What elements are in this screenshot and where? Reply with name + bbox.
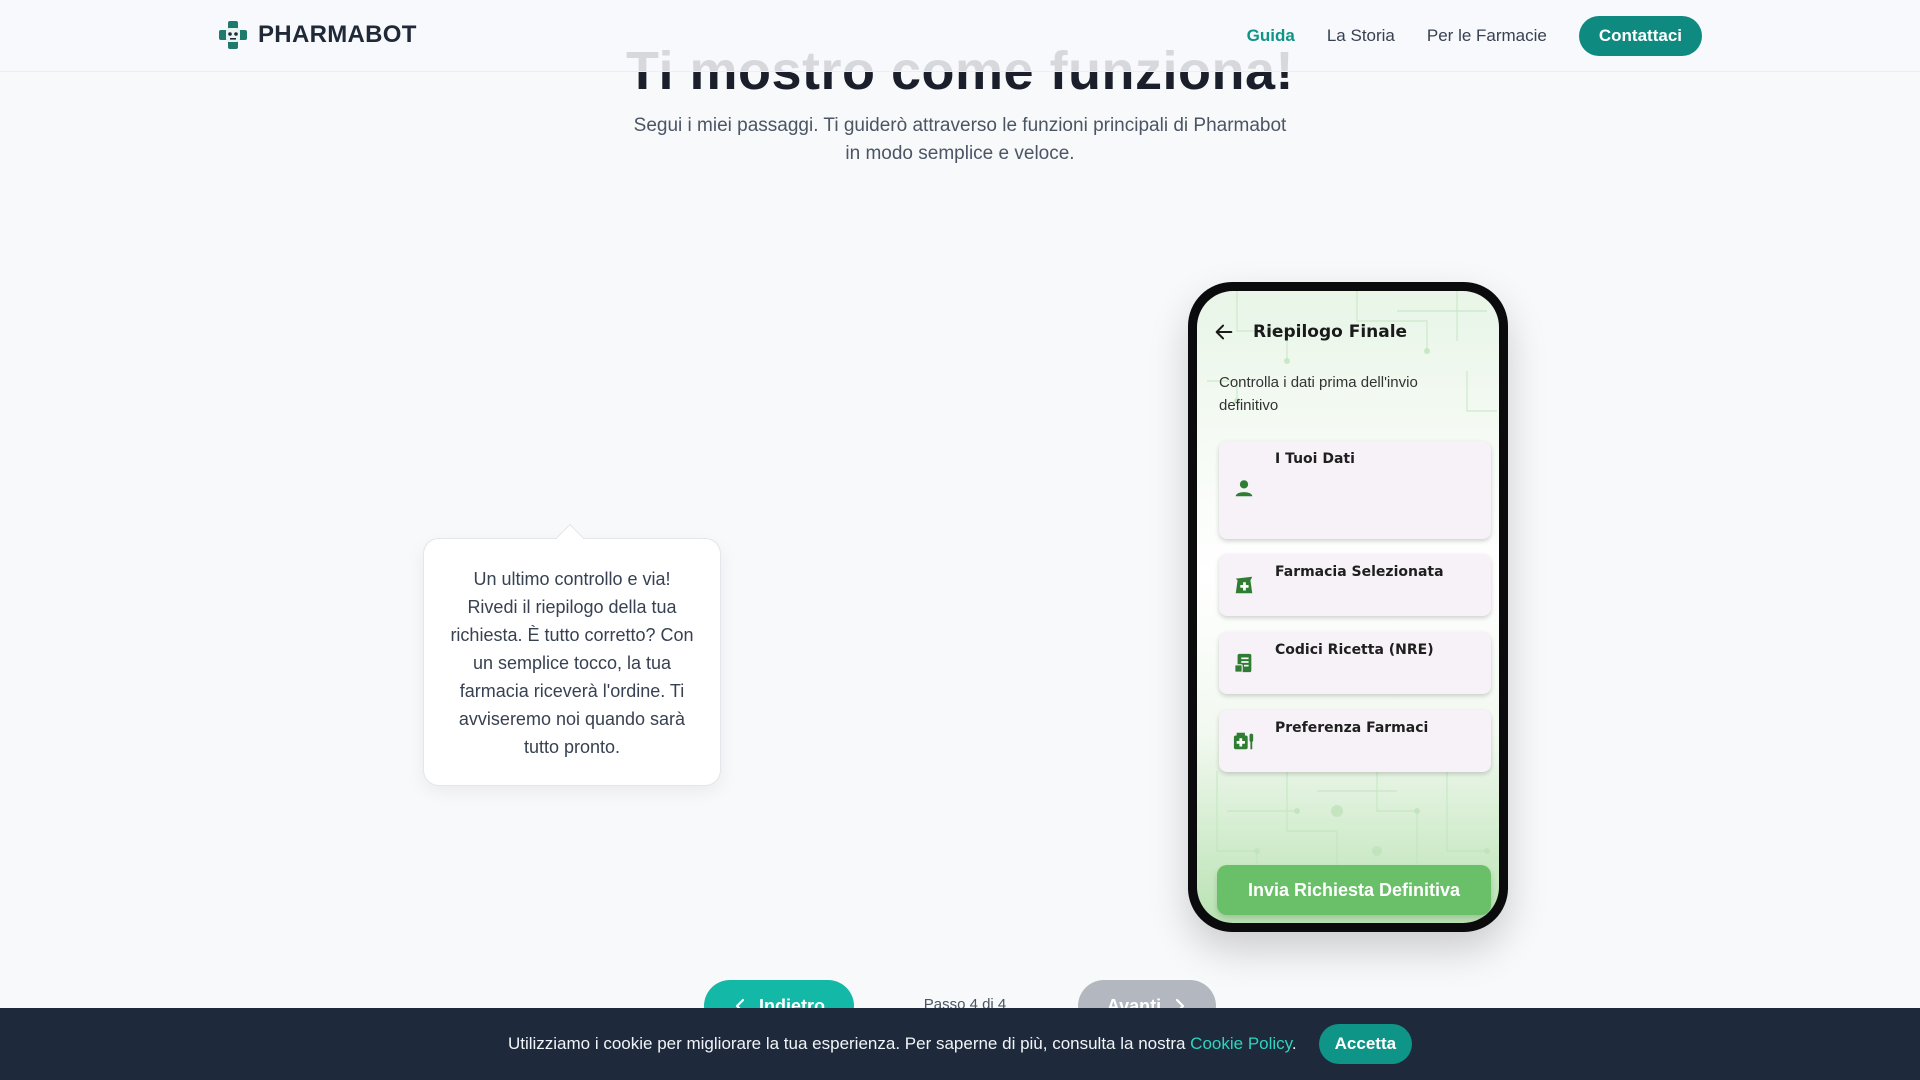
summary-card-prescription-codes[interactable]: Codici Ricetta (NRE)	[1219, 632, 1491, 694]
screen-title: Riepilogo Finale	[1253, 322, 1408, 342]
phone-screen: Riepilogo Finale Controlla i dati prima …	[1197, 291, 1499, 923]
card-label: Preferenza Farmaci	[1275, 720, 1429, 736]
cookie-text: Utilizziamo i cookie per migliorare la t…	[507, 1034, 1191, 1053]
page-subtitle: Segui i miei passaggi. Ti guiderò attrav…	[0, 112, 1920, 168]
nav-guida[interactable]: Guida	[1247, 26, 1295, 46]
summary-card-personal-data[interactable]: I Tuoi Dati	[1219, 441, 1491, 539]
screen-header: Riepilogo Finale	[1213, 321, 1407, 343]
screen-description: Controlla i dati prima dell'invio defini…	[1219, 374, 1418, 414]
nav-la-storia[interactable]: La Storia	[1327, 26, 1395, 46]
logo-icon	[219, 21, 247, 49]
medication-icon	[1233, 732, 1254, 750]
main-nav: Guida La Storia Per le Farmacie Contatta…	[1247, 16, 1702, 56]
cookie-message: Utilizziamo i cookie per migliorare la t…	[508, 1034, 1297, 1054]
phone-mockup: Riepilogo Finale Controlla i dati prima …	[1188, 282, 1508, 932]
accept-cookies-button[interactable]: Accetta	[1318, 1024, 1413, 1064]
guide-speech-bubble: Un ultimo controllo e via! Rivedi il rie…	[423, 538, 721, 786]
submit-request-button[interactable]: Invia Richiesta Definitiva	[1217, 865, 1491, 915]
site-header: PHARMABOT Guida La Storia Per le Farmaci…	[0, 0, 1920, 72]
brand-logo[interactable]: PHARMABOT	[218, 20, 417, 50]
cookie-banner: Utilizziamo i cookie per migliorare la t…	[0, 1008, 1920, 1080]
page-subtitle-line-1: Segui i miei passaggi. Ti guiderò attrav…	[633, 115, 1287, 136]
card-label: Farmacia Selezionata	[1275, 564, 1444, 580]
card-label: Codici Ricetta (NRE)	[1275, 642, 1434, 658]
cookie-policy-link[interactable]: Cookie Policy	[1190, 1034, 1292, 1053]
cookie-period: .	[1291, 1034, 1297, 1053]
contact-button[interactable]: Contattaci	[1578, 16, 1702, 56]
summary-card-pharmacy[interactable]: Farmacia Selezionata	[1219, 554, 1491, 616]
guide-text: Un ultimo controllo e via! Rivedi il rie…	[450, 569, 694, 757]
receipt-icon	[1234, 653, 1252, 673]
summary-card-drug-preference[interactable]: Preferenza Farmaci	[1219, 710, 1491, 772]
page-subtitle-line-2: in modo semplice e veloce.	[845, 143, 1075, 164]
card-label: I Tuoi Dati	[1275, 451, 1355, 467]
brand-name: PHARMABOT	[258, 21, 417, 48]
person-icon	[1235, 480, 1253, 497]
back-arrow-icon[interactable]	[1213, 321, 1235, 343]
pharmacy-icon	[1235, 576, 1253, 594]
nav-per-le-farmacie[interactable]: Per le Farmacie	[1427, 26, 1547, 46]
